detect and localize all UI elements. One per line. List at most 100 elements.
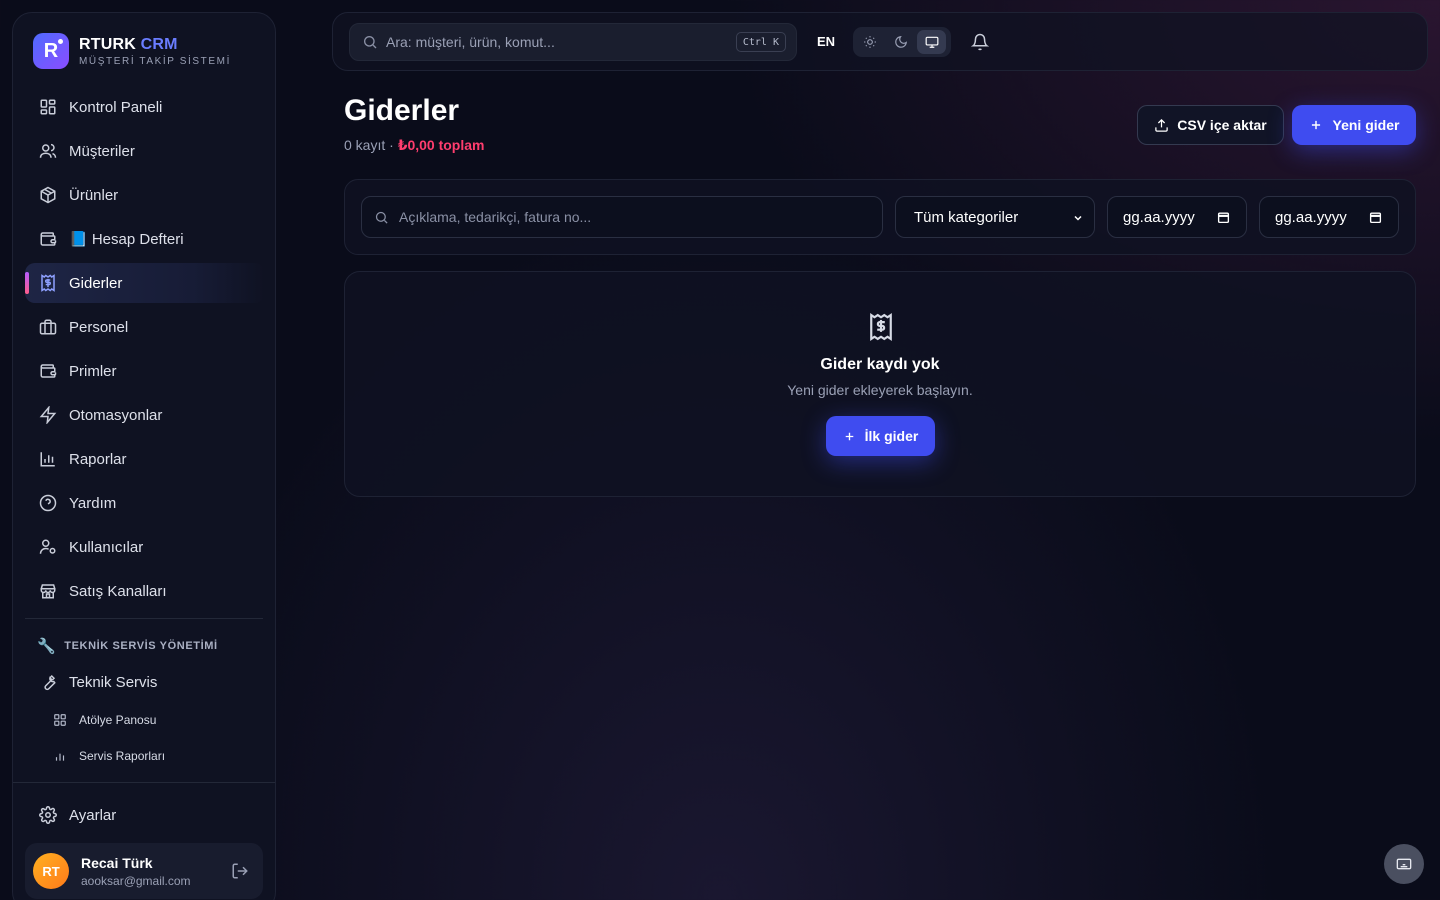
sidebar-item-label: Kullanıcılar [69,538,144,556]
gear-icon [39,806,57,824]
global-search-input[interactable] [386,34,716,50]
sidebar-item-sales-channels[interactable]: Satış Kanalları [25,571,265,611]
sidebar-item-label: Satış Kanalları [69,582,167,600]
sidebar-item-staff[interactable]: Personel [25,307,265,347]
date-from-input[interactable]: gg.aa.yyyy [1107,196,1247,238]
moon-icon [895,36,907,48]
sidebar-item-label: Otomasyonlar [69,406,163,424]
brand-name: RTURK CRM [79,36,231,54]
wallet-icon [40,364,57,378]
new-expense-button[interactable]: Yeni gider [1292,105,1416,145]
search-icon [375,211,388,224]
users-icon [39,143,57,158]
category-select[interactable]: Tüm kategoriler [895,196,1095,238]
section-title-technical-service: 🔧 TEKNİK SERVİS YÖNETİMİ [37,637,218,655]
sidebar-item-settings[interactable]: Ayarlar [25,795,265,835]
calendar-icon[interactable] [1217,211,1230,224]
sidebar-item-label: Kontrol Paneli [69,98,163,116]
help-circle-icon [39,494,57,512]
page-title: Giderler [344,94,460,127]
sidebar-item-label: Personel [69,318,129,336]
brand-name-accent: CRM [140,35,178,53]
empty-state-description: Yeni gider ekleyerek başlayın. [787,382,973,398]
sidebar-item-bonuses[interactable]: Primler [25,351,265,391]
theme-light-button[interactable] [856,30,885,54]
sidebar-item-technical-service[interactable]: Teknik Servis [25,662,265,702]
brand-subtitle: MÜŞTERİ TAKİP SİSTEMİ [79,55,231,67]
bell-icon[interactable] [971,33,989,51]
sidebar-item-label: Ürünler [69,186,119,204]
global-search[interactable]: Ctrl K [349,23,797,61]
receipt-dollar-icon [41,274,55,292]
theme-switcher [853,27,951,57]
box-icon [40,186,56,204]
sun-icon [864,36,877,48]
language-toggle[interactable]: EN [817,34,835,49]
user-gear-icon [39,539,56,554]
sidebar-item-products[interactable]: Ürünler [25,175,265,215]
section-title-label: TEKNİK SERVİS YÖNETİMİ [64,640,218,652]
expense-search-input[interactable] [399,209,869,225]
sidebar-item-label: 📘 Hesap Defteri [69,231,184,248]
search-icon [364,36,377,49]
wallet-icon [40,232,57,246]
first-expense-label: İlk gider [864,428,919,444]
filter-bar: Tüm kategoriler gg.aa.yyyy gg.aa.yyyy [344,179,1416,255]
bar-chart-icon [55,753,65,761]
csv-import-label: CSV içe aktar [1177,117,1267,133]
first-expense-button[interactable]: İlk gider [826,416,935,456]
sidebar: R RTURK CRM MÜŞTERİ TAKİP SİSTEMİ Kontro… [12,12,276,900]
grid-icon [54,714,66,726]
sidebar-subitem-service-reports[interactable]: Servis Raporları [53,749,165,763]
bar-chart-icon [40,452,55,467]
user-email: aooksar@gmail.com [81,873,191,888]
date-to-placeholder: gg.aa.yyyy [1275,208,1347,226]
page-summary: 0 kayıt · ₺0,00 toplam [344,137,484,154]
empty-state-title: Gider kaydı yok [820,356,940,373]
sidebar-item-reports[interactable]: Raporlar [25,439,265,479]
user-card[interactable]: RT Recai Türk aooksar@gmail.com [25,843,263,899]
sidebar-subitem-label: Atölye Panosu [79,713,157,727]
theme-dark-button[interactable] [887,30,916,54]
sidebar-item-users[interactable]: Kullanıcılar [25,527,265,567]
logout-icon[interactable] [231,862,249,880]
upload-icon [1155,118,1168,132]
topbar: Ctrl K EN [332,12,1428,71]
wrench-icon [44,674,56,691]
date-from-placeholder: gg.aa.yyyy [1123,208,1195,226]
sidebar-item-label: Müşteriler [69,142,135,160]
new-expense-label: Yeni gider [1332,117,1400,133]
sidebar-item-label: Teknik Servis [69,673,158,691]
sidebar-item-expenses[interactable]: Giderler [25,263,265,303]
date-to-input[interactable]: gg.aa.yyyy [1259,196,1399,238]
theme-system-button[interactable] [917,30,947,54]
chevron-down-icon [1074,215,1082,221]
brand-logo-dot [58,39,63,44]
briefcase-icon [39,319,57,335]
avatar: RT [33,853,69,889]
sidebar-item-label: Giderler [69,274,123,292]
record-count: 0 kayıt [344,137,386,153]
grid-icon [40,99,56,115]
sidebar-item-automations[interactable]: Otomasyonlar [25,395,265,435]
sidebar-subitem-label: Servis Raporları [79,749,166,763]
total-amount: ₺0,00 toplam [397,137,485,153]
calendar-icon[interactable] [1369,211,1382,224]
expense-search[interactable] [361,196,883,238]
sidebar-item-help[interactable]: Yardım [25,483,265,523]
sidebar-item-customers[interactable]: Müşteriler [25,131,265,171]
brand-name-main: RTURK [79,35,136,53]
brand-logo: R [33,33,69,69]
brand-logo-letter: R [43,39,59,62]
sidebar-item-dashboard[interactable]: Kontrol Paneli [25,87,265,127]
wrench-icon: 🔧 [37,638,57,655]
sidebar-item-label: Raporlar [69,450,127,468]
user-name: Recai Türk [81,854,153,871]
csv-import-button[interactable]: CSV içe aktar [1137,105,1284,145]
keyboard-shortcuts-button[interactable] [1384,844,1424,884]
sidebar-item-ledger[interactable]: 📘 Hesap Defteri [25,219,265,259]
sidebar-item-label: Ayarlar [69,806,117,824]
keyboard-icon [1396,858,1412,870]
brand[interactable]: R RTURK CRM MÜŞTERİ TAKİP SİSTEMİ [33,33,231,69]
sidebar-subitem-workshop-board[interactable]: Atölye Panosu [53,713,156,727]
